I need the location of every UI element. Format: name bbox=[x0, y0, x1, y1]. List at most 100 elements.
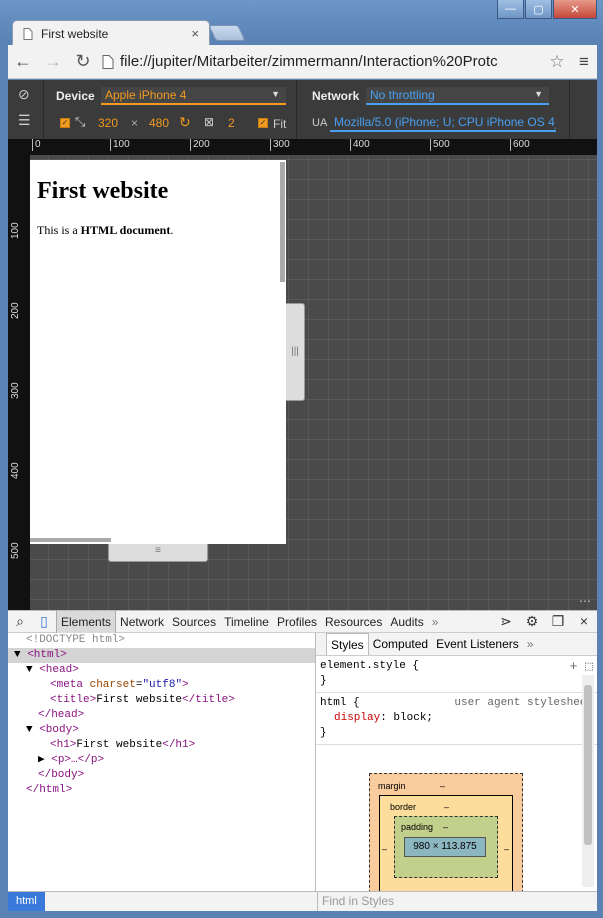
minimize-button[interactable]: — bbox=[497, 0, 524, 19]
ruler-tick: 300 bbox=[10, 382, 21, 399]
tab-profiles[interactable]: Profiles bbox=[273, 611, 321, 633]
network-select[interactable]: No throttling ▼ bbox=[366, 87, 549, 105]
breadcrumb-html[interactable]: html bbox=[8, 892, 45, 911]
width-input[interactable]: 320 bbox=[98, 116, 118, 130]
ruler-tick: 200 bbox=[190, 139, 210, 151]
bookmark-star-icon[interactable]: ☆ bbox=[543, 52, 571, 72]
emulated-viewport: 0 100 200 300 400 500 600 100 200 300 40… bbox=[8, 139, 597, 610]
ua-input[interactable]: Mozilla/5.0 (iPhone; U; CPU iPhone OS 4_ bbox=[330, 114, 556, 132]
height-input[interactable]: 480 bbox=[149, 116, 169, 130]
dropdown-arrow-icon: ▼ bbox=[534, 89, 543, 99]
new-tab-button[interactable] bbox=[208, 25, 246, 41]
tab-elements[interactable]: Elements bbox=[56, 610, 117, 633]
resize-icon: ⤡ bbox=[75, 114, 86, 129]
tree-line[interactable]: ▼ <head> bbox=[8, 663, 315, 678]
resize-handle-right[interactable]: ||| bbox=[286, 303, 305, 401]
styles-scrollbar[interactable] bbox=[582, 675, 594, 887]
tree-line[interactable]: ▼ <body> bbox=[8, 723, 315, 738]
top-ruler: 0 100 200 300 400 500 600 bbox=[8, 139, 597, 155]
ruler-tick: 500 bbox=[430, 139, 450, 151]
tree-line[interactable]: <meta charset="utf8"> bbox=[8, 678, 315, 693]
device-mode-icon[interactable]: ▯ bbox=[32, 613, 56, 630]
maximize-button[interactable]: ▢ bbox=[525, 0, 552, 19]
tree-line[interactable]: </head> bbox=[8, 708, 315, 723]
forward-arrow-icon[interactable]: → bbox=[38, 51, 68, 72]
scrollbar-thumb[interactable] bbox=[584, 685, 592, 845]
page-heading: First website bbox=[37, 178, 169, 204]
settings-sliders-icon[interactable]: ☰ bbox=[18, 112, 31, 129]
box-model-padding: padding – 980 × 113.875 bbox=[394, 816, 498, 878]
tab-resources[interactable]: Resources bbox=[321, 611, 386, 633]
left-ruler: 100 200 300 400 500 bbox=[8, 139, 30, 610]
device-left-tools: ⊘ ☰ bbox=[8, 80, 44, 139]
elements-tree: <!DOCTYPE html> ▼ <html> ▼ <head> <meta … bbox=[8, 633, 316, 891]
menu-icon[interactable]: ≡ bbox=[571, 52, 597, 72]
ua-label: UA bbox=[312, 117, 328, 129]
ruler-tick: 200 bbox=[10, 302, 21, 319]
tree-line[interactable]: </body> bbox=[8, 768, 315, 783]
rule-source: user agent stylesheet bbox=[454, 697, 593, 709]
address-bar[interactable]: file://jupiter/Mitarbeiter/zimmermann/In… bbox=[102, 49, 543, 75]
tab-network[interactable]: Network bbox=[116, 611, 168, 633]
gear-icon[interactable]: ⚙ bbox=[519, 613, 545, 630]
tree-line[interactable]: <h1>First website</h1> bbox=[8, 738, 315, 753]
tree-line[interactable]: </html> bbox=[8, 783, 315, 798]
device-select[interactable]: Apple iPhone 4 ▼ bbox=[101, 87, 286, 105]
style-rule-html[interactable]: html { user agent stylesheet display: bl… bbox=[316, 693, 597, 745]
page-vertical-scrollbar[interactable] bbox=[280, 162, 285, 282]
browser-window: — ▢ ✕ First website × ← → ↻ file://jupit… bbox=[0, 0, 603, 918]
console-drawer-icon[interactable]: ⋗ bbox=[493, 613, 519, 630]
tab-styles[interactable]: Styles bbox=[326, 633, 369, 655]
ruler-tick: 300 bbox=[270, 139, 290, 151]
tab-timeline[interactable]: Timeline bbox=[220, 611, 273, 633]
tree-line[interactable]: <!DOCTYPE html> bbox=[8, 633, 315, 648]
times-sign: × bbox=[131, 116, 139, 130]
inspect-search-icon[interactable]: ⌕ bbox=[8, 613, 32, 630]
page-horizontal-scrollbar[interactable] bbox=[30, 538, 111, 542]
reload-icon[interactable]: ↻ bbox=[68, 51, 98, 72]
dpr-input[interactable]: 2 bbox=[228, 116, 235, 130]
devtools-right-controls: ⋗ ⚙ ❐ × bbox=[493, 613, 597, 630]
resize-handle-bottom[interactable]: ≡ bbox=[108, 544, 208, 562]
tab-computed[interactable]: Computed bbox=[369, 633, 432, 655]
tab-sources[interactable]: Sources bbox=[168, 611, 220, 633]
ruler-tick: 500 bbox=[10, 542, 21, 559]
find-in-styles-input[interactable]: Find in Styles bbox=[317, 892, 597, 911]
more-tabs-icon[interactable]: » bbox=[428, 611, 443, 633]
close-icon[interactable]: × bbox=[571, 613, 597, 630]
emulated-page[interactable]: First website This is a HTML document. bbox=[30, 160, 286, 544]
browser-toolbar: ← → ↻ file://jupiter/Mitarbeiter/zimmerm… bbox=[8, 45, 597, 79]
rotate-icon[interactable]: ↻ bbox=[179, 114, 191, 131]
close-window-button[interactable]: ✕ bbox=[553, 0, 597, 19]
disable-icon[interactable]: ⊘ bbox=[18, 86, 30, 103]
ruler-tick: 600 bbox=[510, 139, 530, 151]
tab-close-icon[interactable]: × bbox=[191, 26, 199, 41]
more-tabs-icon[interactable]: » bbox=[523, 633, 538, 655]
ruler-tick: 100 bbox=[10, 222, 21, 239]
resolution-checkbox[interactable]: ✓ bbox=[60, 118, 70, 128]
tab-audits[interactable]: Audits bbox=[386, 611, 427, 633]
add-rule-icon[interactable]: + ⬚ bbox=[570, 659, 593, 674]
fit-checkbox[interactable]: ✓ bbox=[258, 118, 268, 128]
dock-icon[interactable]: ❐ bbox=[545, 613, 571, 630]
browser-tab[interactable]: First website × bbox=[12, 20, 210, 46]
device-emulation-bar: ⊘ ☰ Device Apple iPhone 4 ▼ ✓ ⤡ 320 × 480… bbox=[8, 80, 597, 139]
tree-line[interactable]: <title>First website</title> bbox=[8, 693, 315, 708]
dropdown-arrow-icon: ▼ bbox=[271, 89, 280, 99]
style-rule-element[interactable]: element.style { } + ⬚ bbox=[316, 656, 597, 693]
network-label: Network bbox=[312, 89, 360, 103]
box-model-content: 980 × 113.875 bbox=[404, 837, 486, 857]
devtools-status-bar: html Find in Styles bbox=[8, 891, 597, 911]
tree-line[interactable]: ▼ <html> bbox=[8, 648, 315, 663]
tab-title: First website bbox=[41, 26, 109, 41]
box-model-border: border – padding – 980 × 113.875 – – bbox=[379, 795, 513, 891]
window-controls: — ▢ ✕ bbox=[496, 0, 597, 19]
page-icon bbox=[102, 54, 114, 69]
tree-line[interactable]: ▶ <p>…</p> bbox=[8, 753, 315, 768]
tab-event-listeners[interactable]: Event Listeners bbox=[432, 633, 523, 655]
dpr-icon: ⊠ bbox=[204, 115, 215, 129]
more-dots-icon[interactable]: ⋯ bbox=[579, 594, 591, 608]
rule-close: } bbox=[320, 727, 327, 739]
rule-close: } bbox=[320, 675, 327, 687]
back-arrow-icon[interactable]: ← bbox=[8, 51, 38, 72]
